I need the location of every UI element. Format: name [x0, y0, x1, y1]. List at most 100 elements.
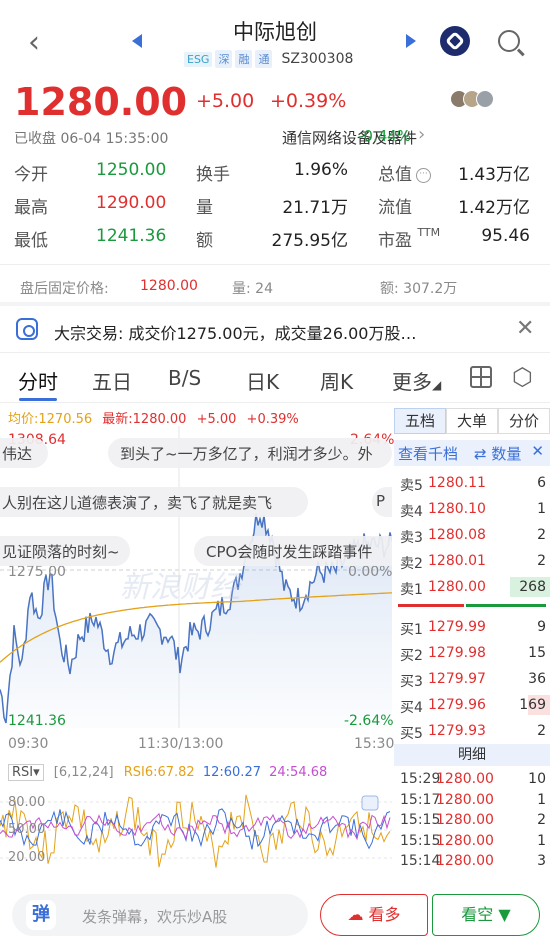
detail-price: 1280.00: [436, 771, 494, 787]
amount-value: 275.95亿: [271, 231, 348, 251]
detail-price: 1280.00: [436, 832, 494, 849]
tab-price-dist[interactable]: 分价: [498, 408, 550, 434]
open-label: 今开: [14, 165, 48, 185]
change-legend: +5.00: [196, 412, 237, 427]
detail-label: 15:29: [400, 771, 441, 787]
detail-volume: 2: [537, 812, 546, 828]
volume-label: 量: [196, 198, 213, 218]
search-icon[interactable]: [498, 30, 520, 52]
tab-bs[interactable]: B/S: [168, 366, 201, 390]
divider: [0, 352, 550, 353]
industry-change: -0.44%: [358, 127, 412, 145]
tab-more[interactable]: 更多◢: [392, 366, 441, 395]
danmu-bubble[interactable]: 见证陨落的时刻~: [0, 536, 130, 566]
tab-five-levels[interactable]: 五档: [394, 408, 446, 434]
price-change-pct: +0.39%: [270, 90, 347, 112]
rsi12-line: [0, 808, 391, 850]
pe-label: 市盈 TTM: [378, 226, 441, 251]
tab-big-orders[interactable]: 大单: [446, 408, 498, 434]
indicator-select[interactable]: RSI▾: [8, 764, 44, 781]
bid-volume: 169: [519, 697, 546, 713]
bid-label: 买2: [400, 648, 423, 664]
tag-esg[interactable]: ESG: [184, 51, 213, 67]
bid-ratio-bar: [466, 604, 546, 607]
rsi-y80: 80.00: [8, 795, 46, 810]
danmu-logo-icon: 弹: [26, 900, 56, 930]
after-hours-vol: 量: 24: [232, 281, 273, 297]
ask-volume: 2: [537, 553, 546, 569]
danmu-bubble[interactable]: 人别在这儿道德表演了，卖飞了就是卖飞: [0, 487, 308, 517]
ask-volume: 268: [519, 579, 546, 595]
block-trade-icon: [16, 318, 38, 340]
ask-row: 卖4 1280.10 1: [394, 498, 550, 520]
tab-weekly-k[interactable]: 周K: [320, 366, 353, 395]
bid-label: 买3: [400, 674, 423, 690]
layout-grid-icon[interactable]: [470, 366, 492, 388]
bid-volume: 36: [528, 671, 546, 687]
bullish-label: 看多: [368, 905, 401, 924]
tab-five-day[interactable]: 五日: [92, 366, 132, 395]
bid-row: 买4 1279.96 169: [394, 694, 550, 716]
ai-assistant-icon[interactable]: [440, 26, 470, 56]
detail-label: 15:17: [400, 791, 441, 808]
ask-row: 卖5 1280.11 6: [394, 472, 550, 494]
after-hours-label: 盘后固定价格:: [20, 281, 109, 297]
trade-detail-row: 15:29 1280.00 10: [394, 768, 550, 790]
avg-price-legend: 均价:1270.56: [8, 412, 93, 427]
close-icon[interactable]: ✕: [516, 316, 534, 341]
change-pct-legend: +0.39%: [246, 412, 299, 427]
danmu-bubble[interactable]: 伟达: [0, 438, 48, 468]
bid-label: 买5: [400, 726, 423, 742]
detail-volume: 1: [537, 832, 546, 849]
danmu-input[interactable]: 弹 发条弹幕，欢乐炒A股: [12, 894, 308, 936]
detail-price: 1280.00: [436, 853, 494, 869]
market-status: 已收盘 06-04 15:35:00: [14, 131, 169, 147]
orderbook-tabs: 五档 大单 分价: [394, 408, 550, 434]
bid-row: 买1 1279.99 9: [394, 616, 550, 638]
ask-label: 卖3: [400, 530, 423, 546]
bid-price: 1279.99: [428, 619, 486, 635]
trade-detail-title[interactable]: 明细: [394, 744, 550, 766]
rsi-y50: 50.00: [8, 822, 46, 837]
tab-daily-k[interactable]: 日K: [246, 366, 279, 395]
amount-label: 额: [196, 231, 213, 251]
x-label-open: 09:30: [8, 736, 49, 752]
low-value: 1241.36: [96, 226, 167, 246]
ask-price: 1280.00: [428, 579, 486, 595]
last-price: 1280.00: [14, 80, 188, 124]
next-stock-icon[interactable]: [406, 34, 416, 48]
bid-volume: 2: [537, 723, 546, 739]
trade-detail-row: 15:15 1280.00 1: [394, 830, 550, 852]
trade-detail-row: 15:17 1280.00 1: [394, 789, 550, 811]
chevron-right-icon[interactable]: ›: [418, 124, 425, 145]
more-icon[interactable]: ···: [416, 167, 431, 183]
tab-intraday[interactable]: 分时: [18, 366, 58, 395]
pe-value: 95.46: [481, 226, 530, 246]
close-icon[interactable]: ✕: [531, 442, 544, 460]
danmu-bubble[interactable]: 到头了~一万多亿了，利润才多少。外: [108, 438, 392, 468]
rsi-chart[interactable]: [0, 780, 392, 876]
block-trade-banner[interactable]: 大宗交易: 成交价1275.00元，成交量26.00万股… ✕: [0, 306, 550, 352]
danmu-bubble[interactable]: CPO会随时发生踩踏事件: [194, 536, 392, 566]
rsi-params: [6,12,24]: [53, 765, 114, 780]
ask-row: 卖1 1280.00 268: [394, 576, 550, 598]
after-hours-amt: 额: 307.2万: [380, 281, 458, 297]
user-avatars[interactable]: [450, 90, 494, 108]
divider: [0, 402, 550, 403]
top-nav: ‹ 中际旭创 ESG 深 融 通 SZ300308: [0, 0, 550, 76]
rsi6-value: RSI6:67.82: [123, 765, 195, 780]
view-depth-button[interactable]: 查看千档: [398, 443, 458, 464]
expand-icon[interactable]: [361, 795, 379, 811]
toggle-quantity-button[interactable]: ⇄ 数量: [474, 443, 521, 464]
y-low-label: 1241.36: [8, 713, 66, 729]
rsi-legend: RSI▾ [6,12,24] RSI6:67.82 12:60.27 24:54…: [8, 764, 327, 781]
ask-label: 卖5: [400, 478, 423, 494]
bid-price: 1279.93: [428, 723, 486, 739]
settings-icon[interactable]: ⬡: [512, 365, 533, 389]
bearish-button[interactable]: 看空 ▼: [432, 894, 540, 936]
bid-volume: 15: [528, 645, 546, 661]
bid-price: 1279.96: [428, 697, 486, 713]
bullish-button[interactable]: ☁ 看多: [320, 894, 428, 936]
trade-detail-row: 15:15 1280.00 2: [394, 809, 550, 831]
ask-price: 1280.10: [428, 501, 486, 517]
